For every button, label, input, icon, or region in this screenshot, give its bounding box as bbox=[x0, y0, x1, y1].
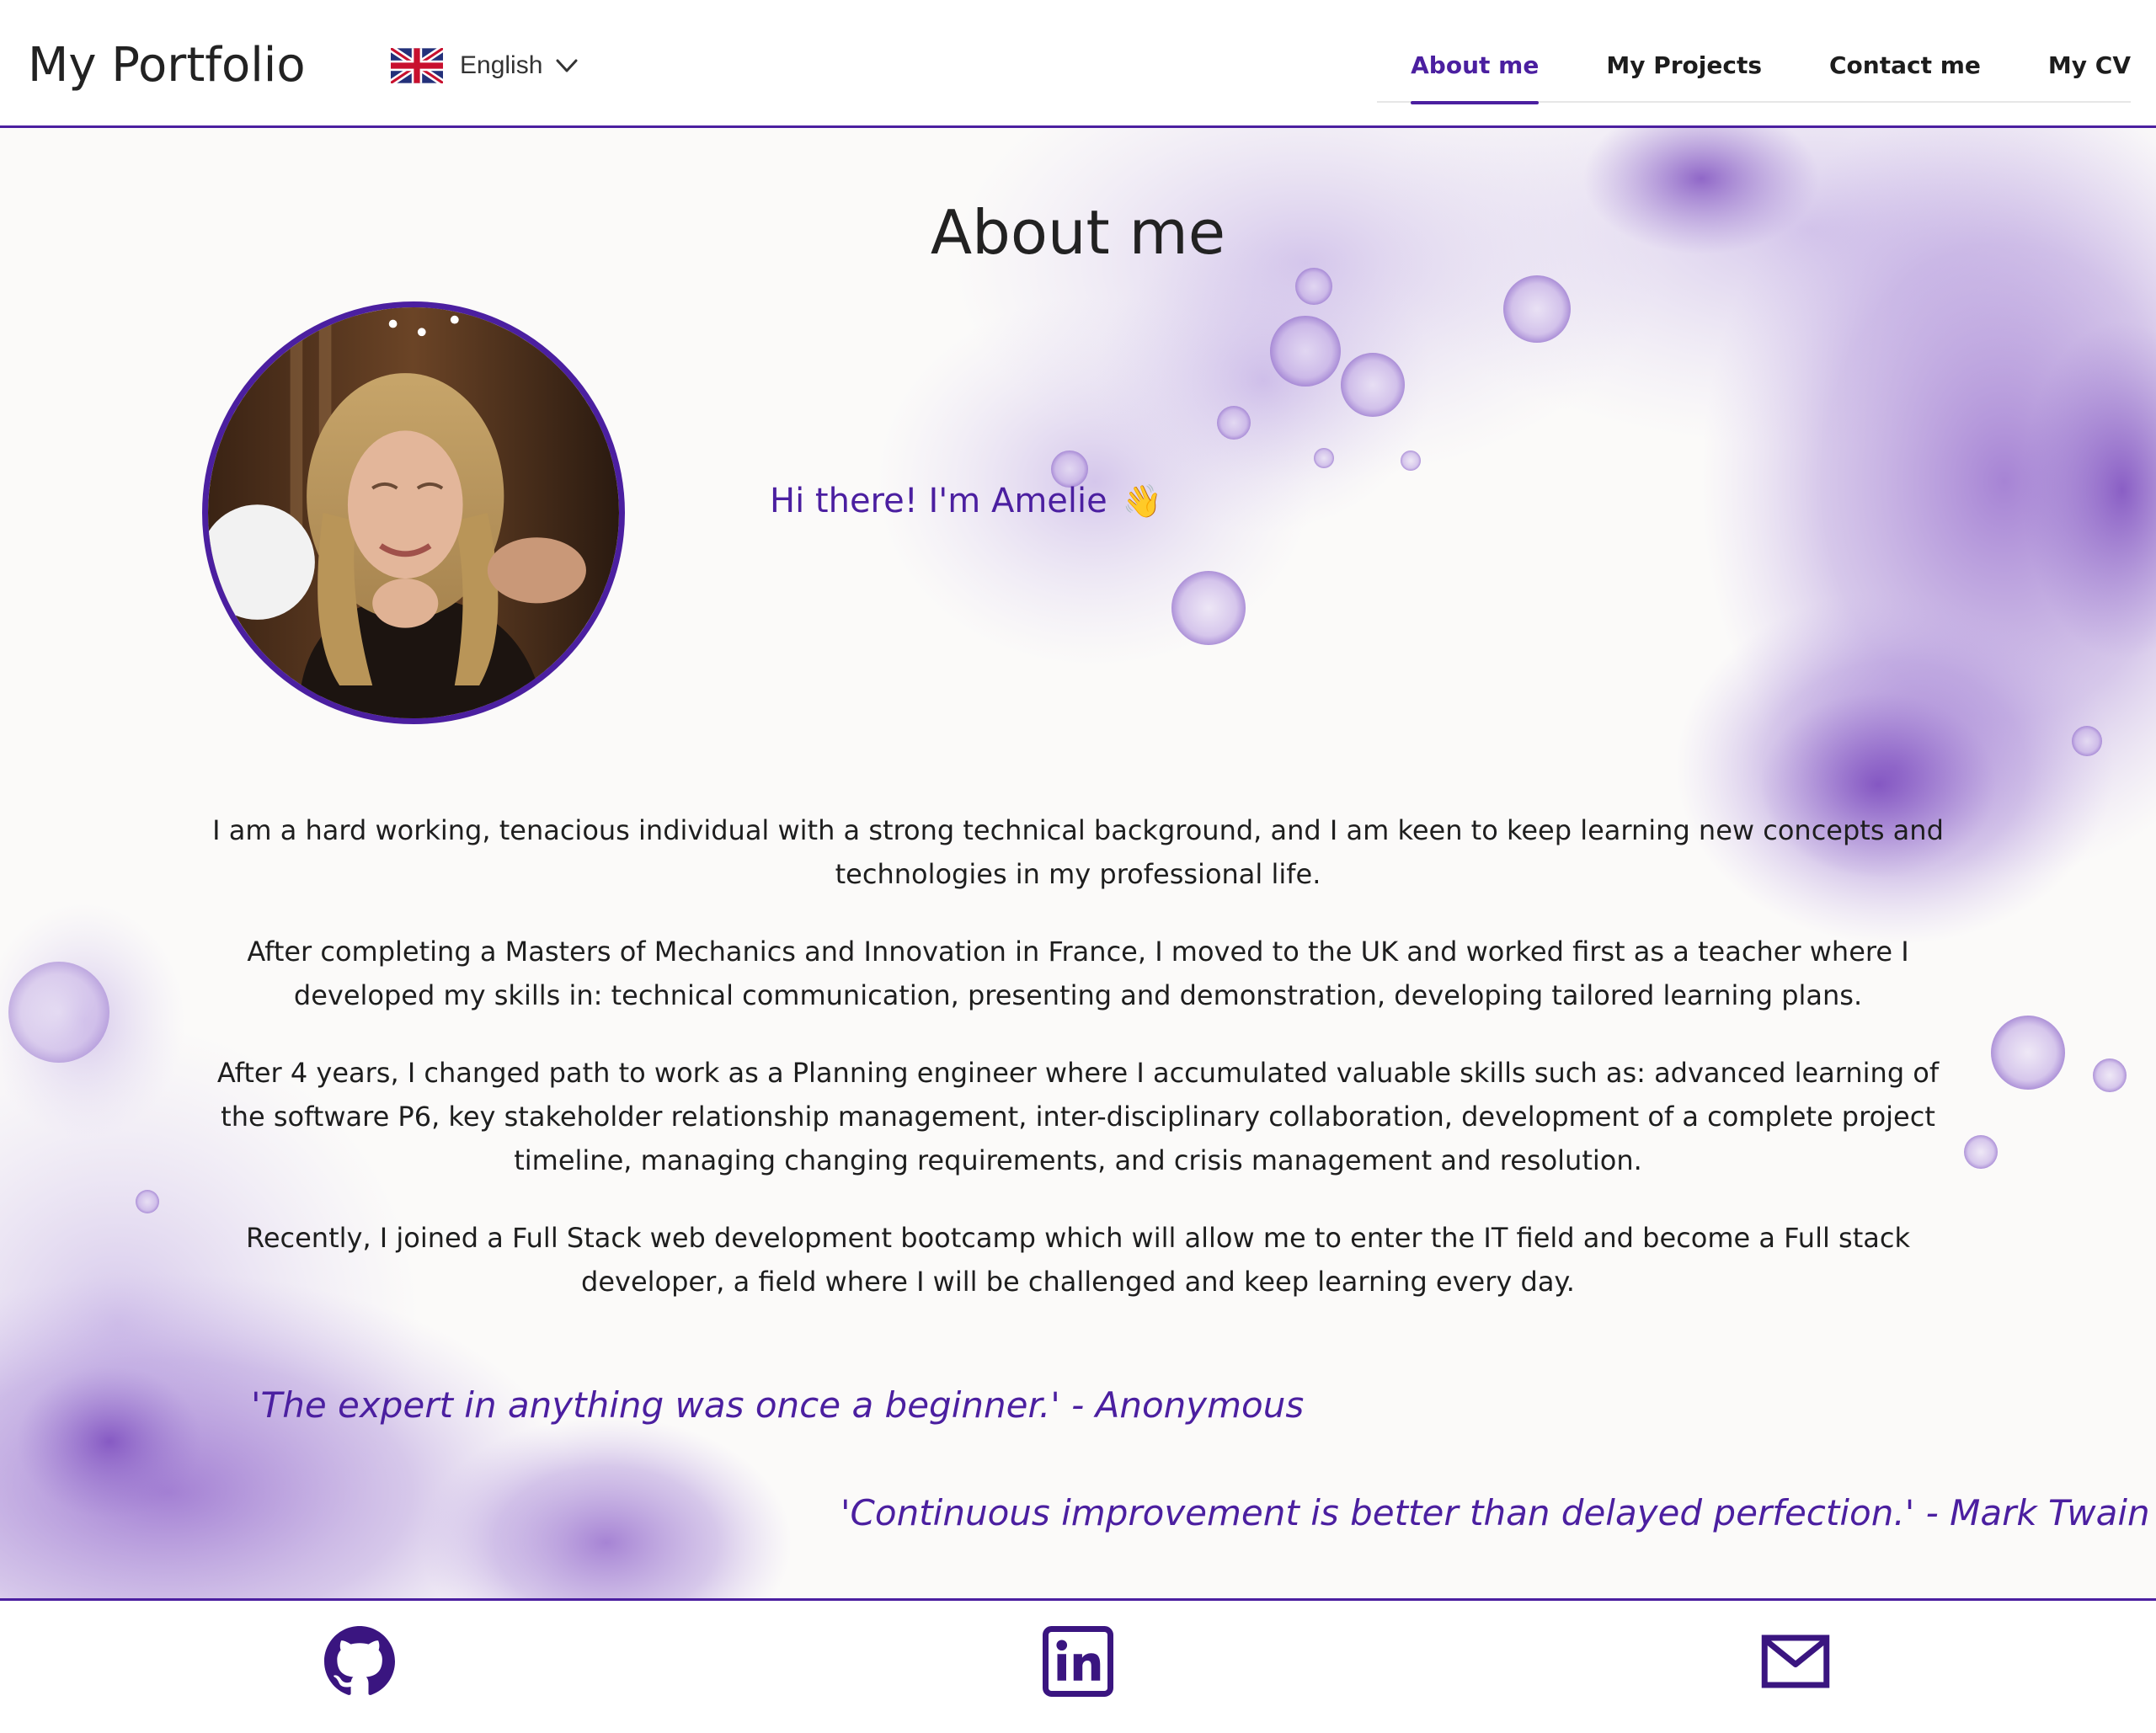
language-selector[interactable]: English bbox=[391, 45, 578, 86]
profile-photo-image bbox=[208, 307, 619, 718]
profile-photo bbox=[202, 301, 625, 724]
uk-flag-icon bbox=[391, 48, 443, 83]
waving-hand-icon: 👋 bbox=[1122, 482, 1163, 520]
top-navbar: My Portfolio English About me My Project… bbox=[0, 0, 2156, 128]
nav-about-me[interactable]: About me bbox=[1411, 37, 1540, 104]
footer bbox=[0, 1598, 2156, 1733]
bio-paragraph: I am a hard working, tenacious individua… bbox=[212, 814, 1944, 890]
linkedin-icon bbox=[1043, 1626, 1113, 1697]
nav-my-projects[interactable]: My Projects bbox=[1606, 37, 1762, 101]
nav-my-cv[interactable]: My CV bbox=[2048, 37, 2131, 101]
email-link[interactable] bbox=[1760, 1626, 1831, 1697]
about-section: About me Hi there! I'm Amelie 👋 I am a h… bbox=[0, 128, 2156, 1598]
page-title: About me bbox=[930, 197, 1226, 268]
quote-mark-twain: 'Continuous improvement is better than d… bbox=[841, 1492, 2150, 1533]
nav-contact-me[interactable]: Contact me bbox=[1829, 37, 1981, 101]
mail-icon bbox=[1761, 1634, 1830, 1688]
bio-paragraph: After completing a Masters of Mechanics … bbox=[247, 936, 1909, 1011]
bio-paragraph: Recently, I joined a Full Stack web deve… bbox=[246, 1222, 1910, 1298]
greeting-text: Hi there! I'm Amelie bbox=[770, 482, 1107, 520]
bio: I am a hard working, tenacious individua… bbox=[194, 808, 1962, 1337]
greeting: Hi there! I'm Amelie 👋 bbox=[770, 482, 1162, 520]
chevron-down-icon bbox=[556, 59, 578, 72]
brand-title[interactable]: My Portfolio bbox=[28, 32, 306, 99]
language-label: English bbox=[460, 51, 543, 79]
github-link[interactable] bbox=[324, 1626, 395, 1697]
linkedin-link[interactable] bbox=[1043, 1626, 1113, 1697]
bio-paragraph: After 4 years, I changed path to work as… bbox=[216, 1057, 1940, 1176]
main-nav: About me My Projects Contact me My CV bbox=[1377, 37, 2131, 104]
quote-anonymous: 'The expert in anything was once a begin… bbox=[251, 1384, 1305, 1426]
github-icon bbox=[324, 1626, 395, 1695]
